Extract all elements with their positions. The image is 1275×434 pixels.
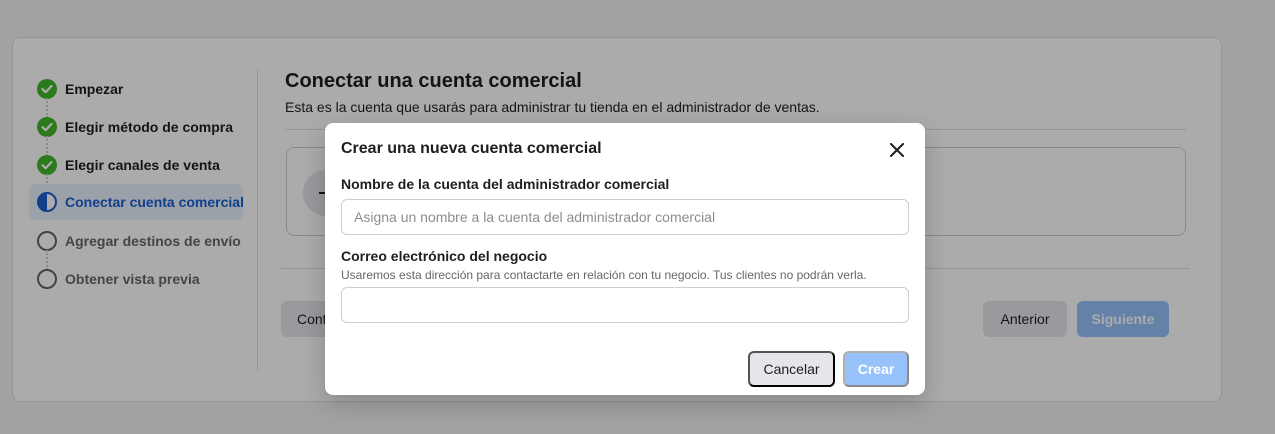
business-email-help: Usaremos esta dirección para contactarte… [341, 268, 867, 282]
account-name-label: Nombre de la cuenta del administrador co… [341, 176, 670, 192]
create-button[interactable]: Crear [843, 351, 909, 387]
close-icon[interactable] [886, 139, 908, 161]
account-name-input[interactable] [341, 199, 909, 235]
business-email-label: Correo electrónico del negocio [341, 248, 548, 264]
cancel-button[interactable]: Cancelar [748, 351, 835, 387]
create-business-account-dialog: Crear una nueva cuenta comercial Nombre … [325, 123, 925, 395]
dialog-title: Crear una nueva cuenta comercial [341, 140, 602, 157]
business-email-input[interactable] [341, 287, 909, 323]
